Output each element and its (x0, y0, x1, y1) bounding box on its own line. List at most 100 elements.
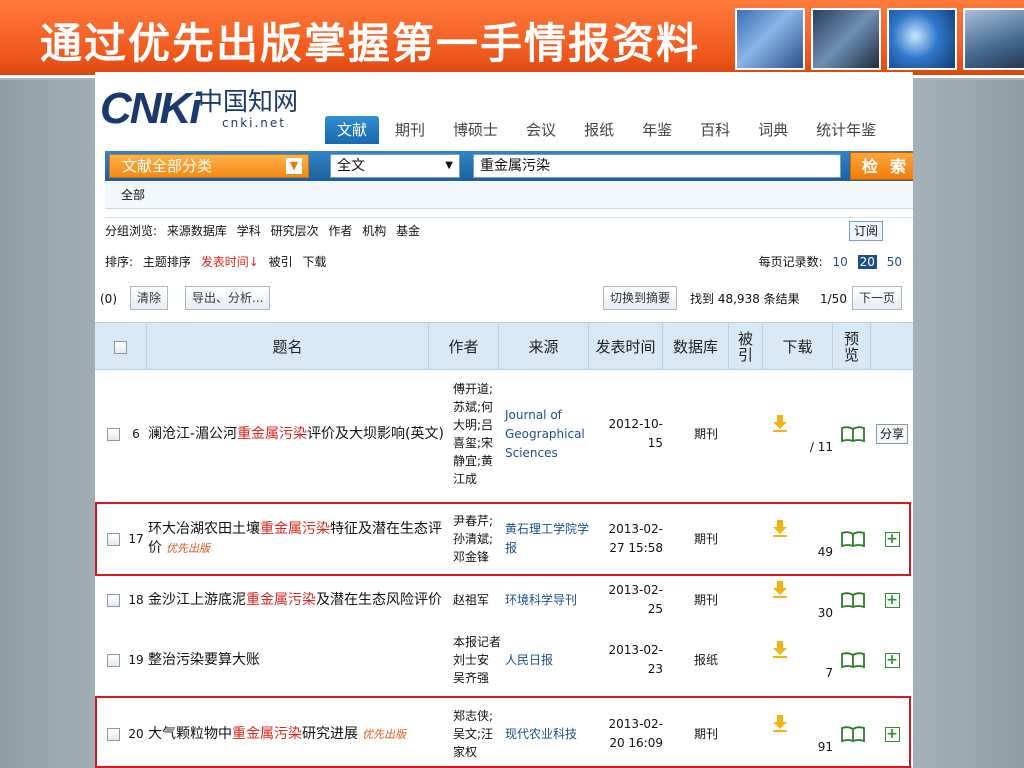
tab-dictionary[interactable]: 词典 (746, 116, 800, 144)
download-icon[interactable] (771, 640, 789, 658)
row-database: 报纸 (693, 652, 718, 667)
open-book-icon[interactable] (840, 651, 866, 669)
search-field-label: 全文 (337, 158, 365, 174)
row-author[interactable]: 赵祖军 (453, 578, 501, 622)
download-count: 7 (825, 666, 833, 680)
row-checkbox[interactable] (107, 653, 120, 667)
switch-abstract-button[interactable]: 切换到摘要 (603, 286, 678, 310)
group-institution[interactable]: 机构 (362, 224, 386, 238)
all-filter[interactable]: 全部 (105, 182, 913, 209)
row-preview (838, 624, 868, 696)
open-book-icon[interactable] (840, 591, 866, 609)
lab-flask-image (735, 8, 805, 70)
dropdown-arrow-icon: ▼ (445, 160, 453, 171)
tab-newspaper[interactable]: 报纸 (572, 116, 626, 144)
search-input[interactable]: 重金属污染 (473, 154, 841, 178)
share-button[interactable]: 分享 (875, 424, 908, 444)
per-page-20[interactable]: 20 (857, 255, 877, 269)
download-count: 30 (817, 606, 833, 620)
row-number: 6 (132, 426, 140, 441)
row-preview (838, 578, 868, 622)
per-page-10[interactable]: 10 (833, 255, 848, 269)
search-field-select[interactable]: 全文 ▼ (330, 154, 460, 178)
tab-journal[interactable]: 期刊 (383, 116, 437, 144)
row-date: 2013-02-23 (608, 643, 663, 676)
found-suffix: 条结果 (763, 292, 800, 306)
header-author[interactable]: 作者 (429, 323, 499, 371)
tab-yearbook[interactable]: 年鉴 (630, 116, 684, 144)
header-date[interactable]: 发表时间 (589, 323, 663, 371)
tab-literature[interactable]: 文献 (325, 116, 380, 144)
open-book-icon[interactable] (840, 425, 866, 443)
next-page-button[interactable]: 下一页 (852, 286, 903, 310)
tab-statistical-yearbook[interactable]: 统计年鉴 (804, 116, 888, 144)
group-fund[interactable]: 基金 (396, 224, 420, 238)
row-date: 2012-10-15 (608, 417, 663, 450)
group-author[interactable]: 作者 (328, 224, 352, 238)
title-keyword: 重金属污染 (246, 591, 316, 608)
row-checkbox[interactable] (107, 593, 120, 607)
sort-date[interactable]: 发表时间↓ (201, 255, 259, 269)
download-count: / 11 (809, 440, 833, 454)
download-icon[interactable] (771, 580, 789, 598)
found-count: 48,938 (717, 292, 760, 306)
sort-cited[interactable]: 被引 (269, 255, 293, 269)
row-source[interactable]: Journal of Geographical Sciences (505, 370, 589, 498)
row-checkbox[interactable] (107, 427, 120, 441)
subscribe-button[interactable]: 订阅 (848, 221, 883, 241)
sort-downloads[interactable]: 下载 (302, 255, 326, 269)
cnki-screenshot: CNKi 中国知网 cnki.net 文献 期刊 博硕士 会议 报纸 年鉴 百科… (95, 72, 913, 768)
select-all-cell (95, 323, 147, 371)
row-title[interactable]: 整治污染要算大账 (148, 624, 448, 696)
title-text: 整治污染要算大账 (148, 651, 260, 668)
group-source-db[interactable]: 来源数据库 (167, 224, 227, 238)
highlight-box-row-20 (95, 696, 911, 768)
row-title[interactable]: 金沙江上游底泥重金属污染及潜在生态风险评价 (148, 578, 448, 622)
download-icon[interactable] (771, 414, 789, 432)
selected-count: (0) (100, 292, 117, 306)
title-text-tail: 及潜在生态风险评价 (316, 591, 442, 608)
row-author[interactable]: 本报记者 刘士安 吴齐强 (453, 624, 501, 696)
category-label: 文献全部分类 (122, 157, 213, 175)
group-browse-row: 分组浏览: 来源数据库 学科 研究层次 作者 机构 基金 订阅 (105, 217, 913, 243)
clear-button[interactable]: 清除 (130, 286, 169, 310)
row-date: 2013-02-25 (608, 583, 663, 616)
title-keyword: 重金属污染 (237, 425, 308, 442)
header-extra (871, 323, 913, 371)
tab-conference[interactable]: 会议 (514, 116, 568, 144)
header-download[interactable]: 下载 (763, 323, 833, 371)
group-browse-label: 分组浏览: (105, 224, 158, 238)
tab-thesis[interactable]: 博硕士 (441, 116, 510, 144)
category-select[interactable]: 文献全部分类 ▼ (109, 154, 309, 178)
header-title[interactable]: 题名 (147, 323, 429, 371)
per-page-label: 每页记录数: (758, 255, 823, 269)
header-database[interactable]: 数据库 (663, 323, 729, 371)
export-button[interactable]: 导出、分析... (185, 286, 271, 310)
header-cited[interactable]: 被引 (729, 323, 763, 371)
search-button[interactable]: 检索 (850, 152, 913, 180)
header-preview: 预览 (833, 323, 871, 371)
group-subject[interactable]: 学科 (237, 224, 261, 238)
group-level[interactable]: 研究层次 (271, 224, 319, 238)
tab-encyclopedia[interactable]: 百科 (688, 116, 742, 144)
header-source[interactable]: 来源 (499, 323, 589, 371)
row-author[interactable]: 傅开道;苏斌;何大明;吕喜玺;宋静宜;黄江成 (453, 370, 501, 498)
add-icon[interactable]: + (884, 592, 900, 608)
found-prefix: 找到 (690, 292, 715, 306)
select-all-checkbox[interactable] (114, 340, 127, 354)
row-source[interactable]: 人民日报 (505, 624, 589, 696)
cnki-logo[interactable]: CNKi 中国知网 cnki.net (100, 78, 315, 138)
add-icon[interactable]: + (884, 652, 900, 668)
row-database: 期刊 (693, 426, 718, 441)
logo-mark: CNKi (100, 84, 202, 133)
search-bar: 文献全部分类 ▼ 全文 ▼ 重金属污染 检索 (105, 151, 913, 181)
sort-relevance[interactable]: 主题排序 (143, 255, 191, 269)
office-worker-image (811, 8, 881, 70)
header-thumbnails (735, 8, 1024, 70)
row-title[interactable]: 澜沧江-湄公河重金属污染评价及大坝影响(英文) (148, 370, 448, 498)
highlight-box-row-17 (95, 502, 911, 576)
row-source[interactable]: 环境科学导刊 (505, 578, 589, 622)
sort-row: 排序: 主题排序 发表时间↓ 被引 下载 每页记录数: 10 20 50 (105, 249, 913, 275)
per-page-50[interactable]: 50 (887, 255, 902, 269)
logo-chinese: 中国知网 (198, 87, 299, 116)
